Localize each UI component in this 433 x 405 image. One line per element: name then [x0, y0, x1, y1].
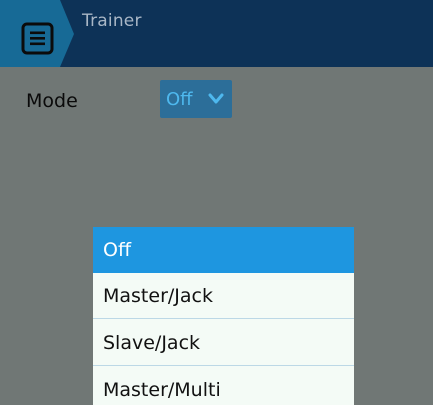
header-bar: Trainer [0, 0, 433, 67]
menu-tab-shape [0, 0, 74, 67]
dropdown-option-slave-jack[interactable]: Slave/Jack [93, 320, 354, 366]
menu-button[interactable] [0, 0, 74, 67]
dropdown-option-master-multi[interactable]: Master/Multi [93, 367, 354, 405]
mode-select[interactable]: Off [160, 80, 232, 118]
mode-select-value: Off [166, 88, 193, 110]
dropdown-option-master-jack[interactable]: Master/Jack [93, 273, 354, 319]
page-title: Trainer [82, 11, 142, 31]
mode-label: Mode [26, 90, 78, 112]
mode-dropdown-list: Off Master/Jack Slave/Jack Master/Multi [93, 227, 354, 405]
chevron-down-icon [208, 93, 224, 104]
dropdown-option-off[interactable]: Off [93, 227, 354, 273]
trainer-screen: Trainer Mode Off Off Master/Jack Slave/J… [0, 0, 433, 405]
